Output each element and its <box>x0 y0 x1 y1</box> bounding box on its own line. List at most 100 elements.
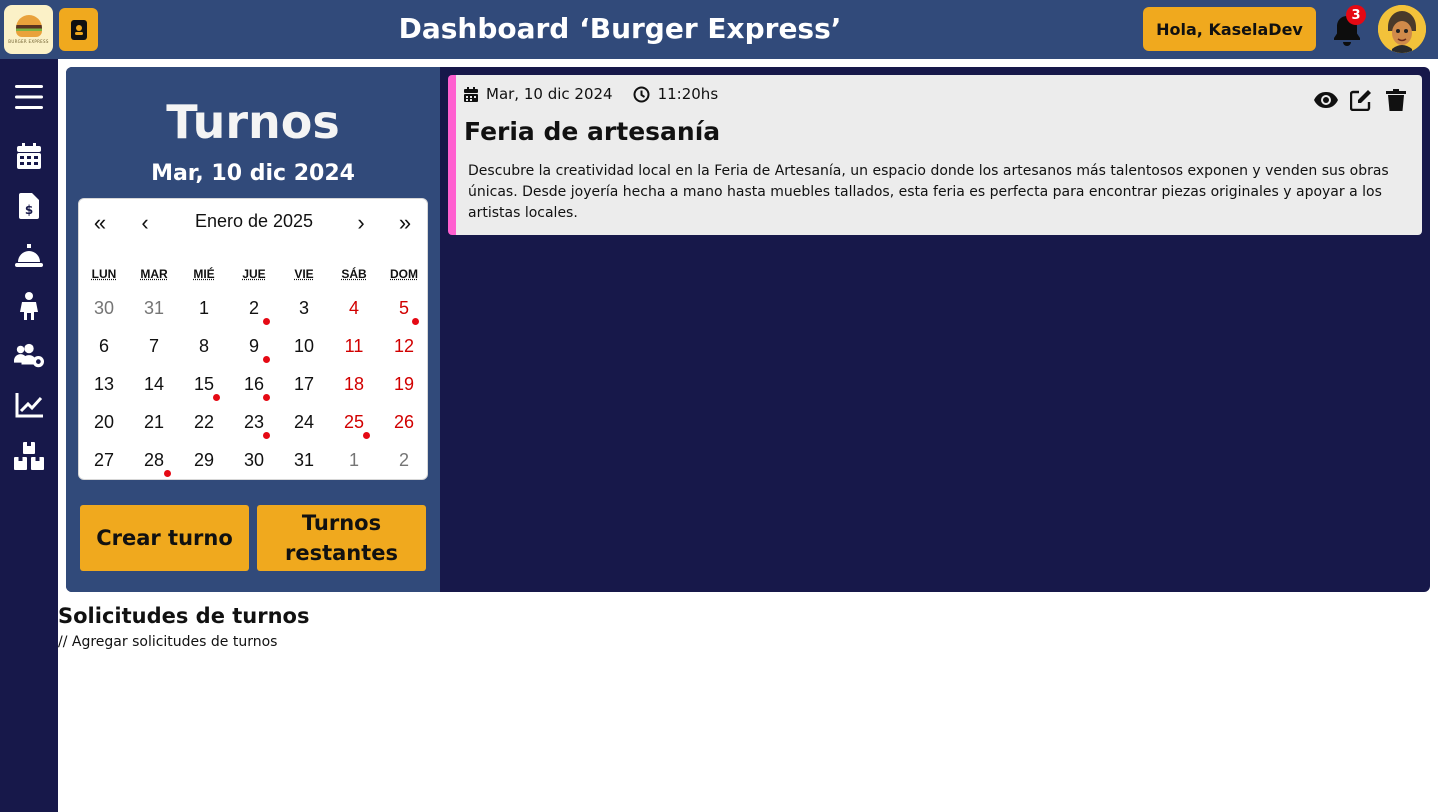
appointments-panel: Turnos Mar, 10 dic 2024 « ‹ Enero de 202… <box>66 67 1430 592</box>
remaining-button-line1: Turnos <box>301 511 382 535</box>
calendar-day[interactable]: 25 <box>329 403 379 441</box>
calendar-day[interactable]: 1 <box>179 289 229 327</box>
calendar-day[interactable]: 31 <box>129 289 179 327</box>
calendar-day[interactable]: 22 <box>179 403 229 441</box>
calendar-day[interactable]: 16 <box>229 365 279 403</box>
weekday-label: LUN <box>91 267 117 281</box>
calendar-day[interactable]: 19 <box>379 365 429 403</box>
notification-badge: 3 <box>1346 5 1366 25</box>
calendar-day[interactable]: 30 <box>229 441 279 479</box>
event-title: Feria de artesanía <box>464 117 721 146</box>
create-appointment-button[interactable]: Crear turno <box>80 505 249 571</box>
calendar-month-label[interactable]: Enero de 2025 <box>159 211 349 232</box>
calendar-day[interactable]: 8 <box>179 327 229 365</box>
invoice-icon: $ <box>19 193 39 219</box>
weekday-label: MAR <box>140 267 168 281</box>
sidebar-item-users[interactable] <box>14 341 44 371</box>
calendar-day[interactable]: 21 <box>129 403 179 441</box>
edit-event-button[interactable] <box>1349 89 1372 112</box>
calendar-day[interactable]: 11 <box>329 327 379 365</box>
calendar-icon <box>17 143 41 169</box>
calendar-day[interactable]: 13 <box>79 365 129 403</box>
avatar[interactable] <box>1378 5 1426 53</box>
event-dot <box>263 318 270 325</box>
event-dot <box>213 394 220 401</box>
calendar-day[interactable]: 18 <box>329 365 379 403</box>
calendar-day[interactable]: 5 <box>379 289 429 327</box>
turnos-title: Turnos <box>166 95 340 149</box>
calendar-day[interactable]: 24 <box>279 403 329 441</box>
menu-icon <box>15 85 43 109</box>
avatar-image <box>1378 5 1426 53</box>
calendar-day[interactable]: 12 <box>379 327 429 365</box>
sidebar-item-inventory[interactable] <box>14 441 44 471</box>
requests-note: // Agregar solicitudes de turnos <box>58 634 278 650</box>
event-dot <box>412 318 419 325</box>
trash-icon <box>1386 89 1406 111</box>
event-dot <box>263 394 270 401</box>
calendar-day[interactable]: 23 <box>229 403 279 441</box>
calendar-day[interactable]: 30 <box>79 289 129 327</box>
calendar-day[interactable]: 28 <box>129 441 179 479</box>
calendar-day[interactable]: 31 <box>279 441 329 479</box>
weekday-label: MIÉ <box>193 267 215 281</box>
boxes-icon <box>14 442 44 470</box>
user-greeting-button[interactable]: Hola, KaselaDev <box>1143 7 1316 51</box>
calendar-day[interactable]: 6 <box>79 327 129 365</box>
clock-icon <box>633 86 650 102</box>
sidebar-item-calendar[interactable] <box>14 141 44 171</box>
sidebar-menu-button[interactable] <box>14 82 44 112</box>
weekday-label: VIE <box>294 267 314 281</box>
event-card[interactable]: Mar, 10 dic 2024 11:20hs Feria de artesa… <box>448 75 1422 235</box>
calendar-day[interactable]: 27 <box>79 441 129 479</box>
sidebar-item-stats[interactable] <box>14 391 44 421</box>
calendar-day[interactable]: 20 <box>79 403 129 441</box>
calendar-day[interactable]: 15 <box>179 365 229 403</box>
sidebar-item-invoices[interactable]: $ <box>14 191 44 221</box>
event-dot <box>263 356 270 363</box>
calendar-day[interactable]: 2 <box>379 441 429 479</box>
calendar-day[interactable]: 2 <box>229 289 279 327</box>
calendar-prev-year-button[interactable]: « <box>85 209 115 237</box>
selected-date: Mar, 10 dic 2024 <box>151 161 355 186</box>
calendar-day[interactable]: 3 <box>279 289 329 327</box>
calendar-prev-month-button[interactable]: ‹ <box>130 209 160 237</box>
users-settings-icon <box>14 343 44 368</box>
remaining-button-line2: restantes <box>284 541 399 565</box>
event-date: Mar, 10 dic 2024 <box>486 85 613 103</box>
requests-title: Solicitudes de turnos <box>58 604 310 628</box>
chart-line-icon <box>15 393 43 418</box>
event-dot <box>263 432 270 439</box>
calendar-day[interactable]: 1 <box>329 441 379 479</box>
weekday-label: DOM <box>390 267 418 281</box>
event-time: 11:20hs <box>657 85 719 103</box>
calendar-day[interactable]: 17 <box>279 365 329 403</box>
calendar-day[interactable]: 14 <box>129 365 179 403</box>
top-bar: BURGER EXPRESS Dashboard ‘Burger Express… <box>0 0 1438 59</box>
calendar-day[interactable]: 7 <box>129 327 179 365</box>
calendar-next-year-button[interactable]: » <box>390 209 420 237</box>
delete-event-button[interactable] <box>1386 89 1408 111</box>
remaining-appointments-button[interactable]: Turnos restantes <box>257 505 426 571</box>
calendar-next-month-button[interactable]: › <box>346 209 376 237</box>
event-dot <box>164 470 171 477</box>
sidebar-item-service[interactable] <box>14 241 44 271</box>
calendar: « ‹ Enero de 2025 › » LUN MAR MIÉ JUE VI… <box>78 198 428 480</box>
service-bell-icon <box>15 244 43 267</box>
eye-icon <box>1314 92 1338 108</box>
event-description: Descubre la creatividad local en la Feri… <box>468 163 1389 221</box>
weekday-label: SÁB <box>341 267 367 281</box>
turnos-column: Turnos Mar, 10 dic 2024 « ‹ Enero de 202… <box>66 67 440 592</box>
edit-icon <box>1349 90 1371 112</box>
sidebar: $ <box>0 59 58 812</box>
event-meta: Mar, 10 dic 2024 11:20hs <box>464 85 724 103</box>
person-icon <box>20 292 38 320</box>
sidebar-item-person[interactable] <box>14 291 44 321</box>
view-event-button[interactable] <box>1314 89 1338 111</box>
calendar-day[interactable]: 29 <box>179 441 229 479</box>
calendar-day[interactable]: 26 <box>379 403 429 441</box>
calendar-small-icon <box>464 86 478 102</box>
calendar-day[interactable]: 10 <box>279 327 329 365</box>
calendar-day[interactable]: 4 <box>329 289 379 327</box>
calendar-day[interactable]: 9 <box>229 327 279 365</box>
